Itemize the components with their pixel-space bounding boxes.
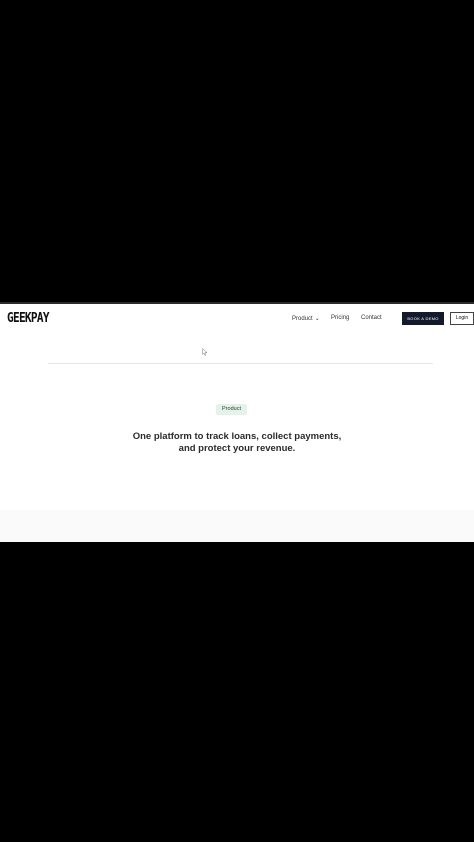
nav-item-product[interactable]: Product ⌄ — [292, 315, 320, 322]
book-demo-button[interactable]: BOOK A DEMO — [402, 312, 444, 325]
nav-item-product-label: Product — [292, 316, 313, 322]
hero-headline-line-1: One platform to track loans, collect pay… — [132, 431, 342, 442]
viewport-top-edge — [0, 302, 474, 304]
nav-item-contact[interactable]: Contact — [361, 315, 382, 321]
site-header: GEEKPAY Product ⌄ Pricing Contact BOOK A … — [0, 308, 474, 332]
letterbox-top — [0, 0, 474, 302]
letterbox-bottom — [0, 542, 474, 842]
mouse-cursor-icon — [202, 348, 208, 356]
geekpay-logo[interactable]: GEEKPAY — [7, 311, 49, 326]
chevron-down-icon: ⌄ — [314, 316, 320, 322]
browser-viewport: GEEKPAY Product ⌄ Pricing Contact BOOK A … — [0, 302, 474, 542]
lower-section-band — [0, 510, 474, 542]
header-divider — [48, 363, 433, 364]
product-badge: Product — [216, 404, 247, 415]
login-button[interactable]: Login — [450, 312, 474, 325]
hero-headline: One platform to track loans, collect pay… — [100, 431, 374, 455]
nav-item-pricing[interactable]: Pricing — [331, 315, 349, 321]
hero-headline-line-2: and protect your revenue. — [178, 443, 296, 454]
